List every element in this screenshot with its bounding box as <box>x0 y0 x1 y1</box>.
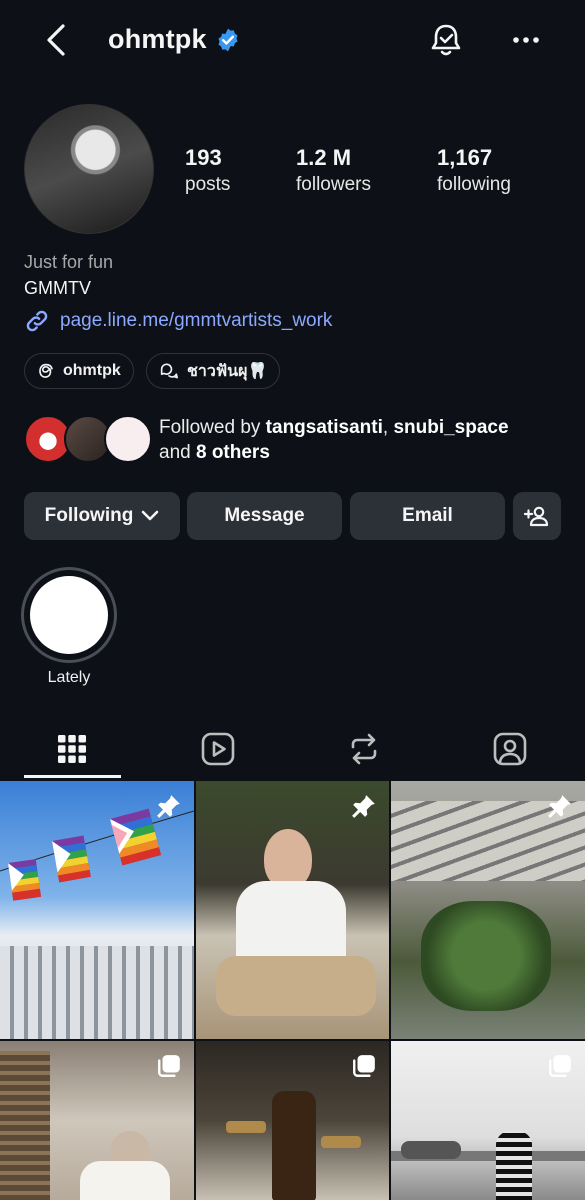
post-thumbnail[interactable] <box>0 781 194 1039</box>
notification-bell-icon <box>431 24 461 56</box>
tab-tagged[interactable] <box>462 718 558 780</box>
email-button-label: Email <box>402 505 453 526</box>
followers-label: followers <box>296 174 371 195</box>
following-label: following <box>437 174 511 195</box>
followed-by-prefix: Followed by <box>159 417 266 438</box>
threads-chip[interactable]: ohmtpk <box>24 353 134 389</box>
more-options-icon <box>513 37 539 43</box>
portrait-shirt <box>236 881 346 961</box>
posts-count: 193 <box>185 145 222 170</box>
message-button-label: Message <box>224 505 305 526</box>
carousel-icon <box>353 1055 375 1077</box>
mutual-user-2[interactable]: snubi_space <box>393 417 508 438</box>
person-striped-image <box>496 1131 532 1200</box>
threads-chip-label: ohmtpk <box>63 362 121 379</box>
following-button[interactable]: Following <box>24 492 180 540</box>
carousel-icon <box>158 1055 180 1077</box>
message-button[interactable]: Message <box>187 492 342 540</box>
tab-reels[interactable] <box>170 718 266 780</box>
profile-username-header: ohmtpk <box>108 24 241 55</box>
bottle-image <box>272 1091 316 1200</box>
tab-reposts[interactable] <box>316 718 412 780</box>
top-bar: ohmtpk <box>0 0 585 80</box>
portrait-face <box>264 829 312 889</box>
chevron-down-icon <box>142 510 159 521</box>
post-thumbnail[interactable] <box>0 1041 194 1200</box>
pride-flags-image <box>0 808 194 901</box>
tab-posts-grid[interactable] <box>24 718 120 780</box>
carousel-icon <box>549 1055 571 1077</box>
channel-chip[interactable]: ชาวฟันผุ🦷 <box>146 353 281 389</box>
pinned-icon <box>548 795 571 818</box>
helicopter-image <box>401 1141 461 1159</box>
reposts-icon <box>351 733 377 765</box>
post-thumbnail[interactable] <box>196 1041 389 1200</box>
portrait-pants <box>216 956 376 1016</box>
mutual-user-1[interactable]: tangsatisanti <box>266 417 383 438</box>
threads-icon <box>39 363 53 378</box>
channel-chip-label: ชาวฟันผุ🦷 <box>187 362 268 380</box>
link-icon <box>26 310 48 332</box>
email-button[interactable]: Email <box>350 492 505 540</box>
more-options-button[interactable] <box>506 20 546 60</box>
verified-badge-icon <box>218 28 238 51</box>
plants-image <box>421 901 551 1011</box>
bio-link[interactable]: page.line.me/gmmtvartists_work <box>24 308 332 334</box>
active-tab-indicator <box>24 775 121 778</box>
reels-icon <box>201 732 235 766</box>
highlight-label: Lately <box>47 669 91 686</box>
following-count: 1,167 <box>437 145 493 170</box>
username-text: ohmtpk <box>108 24 207 54</box>
post-thumbnail[interactable] <box>196 781 389 1039</box>
tagged-icon <box>493 732 527 766</box>
mutual-others[interactable]: 8 others <box>196 442 270 463</box>
posts-label: posts <box>185 174 231 195</box>
suggest-users-button[interactable] <box>513 492 561 540</box>
following-button-label: Following <box>44 505 134 526</box>
post-thumbnail[interactable] <box>391 781 585 1039</box>
bio-link-text: page.line.me/gmmtvartists_work <box>60 310 333 331</box>
faucet-image <box>321 1136 361 1148</box>
content-tabs <box>0 718 585 780</box>
followed-by-and: and <box>159 442 196 463</box>
pinned-icon <box>157 795 180 818</box>
mutual-followers-avatars[interactable] <box>24 415 154 467</box>
posts-stat[interactable]: 193 posts <box>185 145 230 196</box>
person-shirt <box>80 1161 170 1200</box>
notifications-button[interactable] <box>426 20 466 60</box>
story-highlight-lately[interactable] <box>21 567 117 663</box>
back-button[interactable] <box>38 22 74 58</box>
back-icon <box>47 24 65 56</box>
followed-by-text[interactable]: Followed by tangsatisanti, snubi_space a… <box>159 415 569 465</box>
pinned-icon <box>352 795 375 818</box>
add-person-icon <box>524 506 549 527</box>
grid-icon <box>58 735 86 763</box>
highlight-cover <box>30 576 108 654</box>
wall-panel-image <box>0 1051 50 1200</box>
followed-by-separator: , <box>382 417 394 438</box>
bio-line-2: GMMTV <box>24 278 91 298</box>
faucet-image <box>226 1121 266 1133</box>
profile-avatar[interactable] <box>24 104 154 234</box>
followers-count: 1.2 M <box>296 145 352 170</box>
mutual-avatar-3 <box>104 415 152 463</box>
following-stat[interactable]: 1,167 following <box>437 145 511 196</box>
post-thumbnail[interactable] <box>391 1041 585 1200</box>
followers-stat[interactable]: 1.2 M followers <box>296 145 371 196</box>
building-image <box>0 946 194 1039</box>
bio-line-1: Just for fun <box>24 252 114 272</box>
chat-bubbles-icon <box>160 363 178 379</box>
